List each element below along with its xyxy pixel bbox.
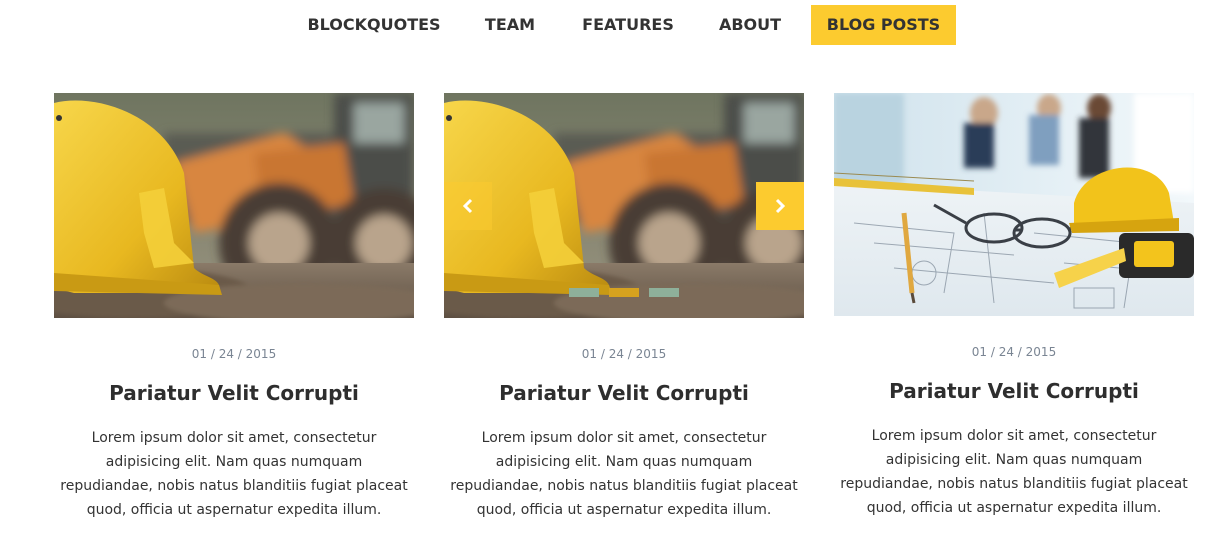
main-nav: BLOCKQUOTES TEAM FEATURES ABOUT BLOG POS… — [0, 5, 1226, 45]
nav-item-team[interactable]: TEAM — [470, 5, 550, 45]
nav-item-about[interactable]: ABOUT — [704, 5, 796, 45]
post-excerpt: Lorem ipsum dolor sit amet, consectetur … — [60, 430, 408, 518]
carousel-dot-3[interactable] — [649, 288, 679, 297]
chevron-right-icon — [775, 198, 786, 214]
post-date: 01 / 24 / 2015 — [581, 347, 667, 361]
blog-post-card: 01 / 24 / 2015 Pariatur Velit Corrupti L… — [54, 93, 414, 522]
carousel-prev-button[interactable] — [444, 182, 492, 230]
nav-item-features[interactable]: FEATURES — [572, 5, 684, 45]
post-title[interactable]: Pariatur Velit Corrupti — [834, 378, 1194, 404]
post-excerpt: Lorem ipsum dolor sit amet, consectetur … — [450, 430, 798, 518]
post-image-carousel[interactable] — [444, 93, 804, 318]
post-date: 01 / 24 / 2015 — [971, 345, 1057, 359]
post-title[interactable]: Pariatur Velit Corrupti — [444, 380, 804, 406]
post-image-blueprints[interactable] — [834, 93, 1194, 316]
post-image-hard-hat[interactable] — [54, 93, 414, 318]
nav-item-blog-posts[interactable]: BLOG POSTS — [811, 5, 956, 45]
blog-post-card: 01 / 24 / 2015 Pariatur Velit Corrupti L… — [444, 93, 804, 522]
chevron-left-icon — [462, 198, 473, 214]
carousel-dot-1[interactable] — [569, 288, 599, 297]
carousel-indicators — [569, 288, 679, 298]
blog-post-card: 01 / 24 / 2015 Pariatur Velit Corrupti L… — [834, 93, 1194, 520]
carousel-next-button[interactable] — [756, 182, 804, 230]
carousel-dot-2-active[interactable] — [609, 288, 639, 297]
post-title[interactable]: Pariatur Velit Corrupti — [54, 380, 414, 406]
nav-item-blockquotes[interactable]: BLOCKQUOTES — [296, 5, 452, 45]
post-excerpt: Lorem ipsum dolor sit amet, consectetur … — [840, 428, 1188, 516]
post-date: 01 / 24 / 2015 — [191, 347, 277, 361]
